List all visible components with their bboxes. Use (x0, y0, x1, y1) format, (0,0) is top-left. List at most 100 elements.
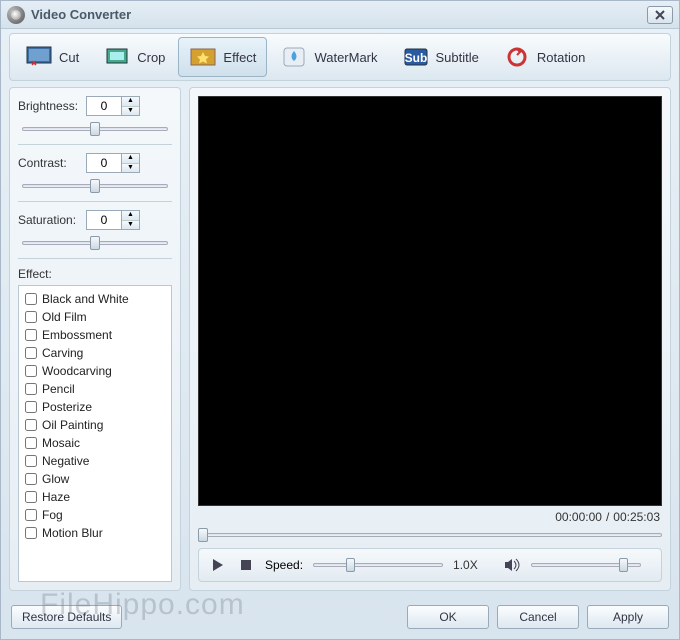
effect-checkbox[interactable] (25, 455, 37, 467)
effect-item[interactable]: Woodcarving (25, 362, 165, 380)
tab-label: Subtitle (436, 50, 479, 65)
contrast-input[interactable] (87, 154, 121, 172)
tab-rotation[interactable]: Rotation (492, 37, 596, 77)
effect-item-label: Negative (42, 454, 89, 468)
slider-thumb[interactable] (346, 558, 355, 572)
spin-up-icon[interactable]: ▲ (122, 97, 139, 107)
effect-checkbox[interactable] (25, 509, 37, 521)
effect-checkbox[interactable] (25, 329, 37, 341)
play-button[interactable] (209, 556, 227, 574)
cancel-button[interactable]: Cancel (497, 605, 579, 629)
contrast-group: Contrast: ▲▼ (18, 153, 172, 202)
effect-item[interactable]: Negative (25, 452, 165, 470)
tab-cut[interactable]: Cut (14, 37, 90, 77)
ok-button[interactable]: OK (407, 605, 489, 629)
effect-item[interactable]: Embossment (25, 326, 165, 344)
effect-checkbox[interactable] (25, 491, 37, 503)
spin-up-icon[interactable]: ▲ (122, 211, 139, 221)
speed-value: 1.0X (453, 558, 493, 572)
effect-item[interactable]: Haze (25, 488, 165, 506)
brightness-spinbox[interactable]: ▲▼ (86, 96, 140, 116)
apply-button[interactable]: Apply (587, 605, 669, 629)
effect-checkbox[interactable] (25, 419, 37, 431)
effects-list[interactable]: Black and White Old Film Embossment Carving… (18, 285, 172, 582)
seek-slider[interactable] (198, 528, 662, 542)
effect-item[interactable]: Posterize (25, 398, 165, 416)
effect-item-label: Old Film (42, 310, 87, 324)
effect-item[interactable]: Fog (25, 506, 165, 524)
effect-checkbox[interactable] (25, 311, 37, 323)
effect-item-label: Pencil (42, 382, 75, 396)
effect-checkbox[interactable] (25, 347, 37, 359)
effect-item[interactable]: Black and White (25, 290, 165, 308)
effect-checkbox[interactable] (25, 437, 37, 449)
tab-label: Rotation (537, 50, 585, 65)
speed-slider[interactable] (313, 558, 443, 572)
window-title: Video Converter (31, 7, 647, 22)
titlebar: Video Converter (1, 1, 679, 29)
slider-thumb[interactable] (90, 179, 100, 193)
speed-label: Speed: (265, 558, 303, 572)
effect-checkbox[interactable] (25, 473, 37, 485)
close-button[interactable] (647, 6, 673, 24)
spin-down-icon[interactable]: ▼ (122, 107, 139, 116)
stop-button[interactable] (237, 556, 255, 574)
effect-item-label: Glow (42, 472, 69, 486)
saturation-input[interactable] (87, 211, 121, 229)
slider-thumb[interactable] (619, 558, 628, 572)
film-scissors-icon (25, 45, 53, 69)
toolbar: Cut Crop Effect WaterMark Sub Subtitle R… (9, 33, 671, 81)
saturation-spinbox[interactable]: ▲▼ (86, 210, 140, 230)
effect-item[interactable]: Oil Painting (25, 416, 165, 434)
brightness-label: Brightness: (18, 99, 80, 113)
tab-label: Effect (223, 50, 256, 65)
tab-label: Crop (137, 50, 165, 65)
volume-slider[interactable] (531, 558, 641, 572)
tab-crop[interactable]: Crop (92, 37, 176, 77)
brightness-group: Brightness: ▲▼ (18, 96, 172, 145)
effect-item[interactable]: Motion Blur (25, 524, 165, 542)
app-icon (7, 6, 25, 24)
saturation-slider[interactable] (18, 236, 172, 250)
tab-watermark[interactable]: WaterMark (269, 37, 388, 77)
tab-label: Cut (59, 50, 79, 65)
effect-item-label: Black and White (42, 292, 129, 306)
effect-item[interactable]: Pencil (25, 380, 165, 398)
slider-thumb[interactable] (90, 236, 100, 250)
rotation-icon (503, 45, 531, 69)
tab-subtitle[interactable]: Sub Subtitle (391, 37, 490, 77)
effect-checkbox[interactable] (25, 527, 37, 539)
effect-checkbox[interactable] (25, 293, 37, 305)
slider-thumb[interactable] (198, 528, 208, 542)
contrast-slider[interactable] (18, 179, 172, 193)
effect-checkbox[interactable] (25, 383, 37, 395)
effect-item-label: Carving (42, 346, 83, 360)
effect-checkbox[interactable] (25, 365, 37, 377)
slider-thumb[interactable] (90, 122, 100, 136)
effect-item[interactable]: Glow (25, 470, 165, 488)
tab-effect[interactable]: Effect (178, 37, 267, 77)
effect-item-label: Woodcarving (42, 364, 112, 378)
effect-item-label: Motion Blur (42, 526, 103, 540)
tab-label: WaterMark (314, 50, 377, 65)
effect-item[interactable]: Carving (25, 344, 165, 362)
contrast-spinbox[interactable]: ▲▼ (86, 153, 140, 173)
video-preview (198, 96, 662, 506)
restore-defaults-button[interactable]: Restore Defaults (11, 605, 122, 629)
brightness-slider[interactable] (18, 122, 172, 136)
effect-item-label: Oil Painting (42, 418, 103, 432)
volume-button[interactable] (503, 556, 521, 574)
left-panel: Brightness: ▲▼ Contrast: ▲▼ (9, 87, 181, 591)
waterdrop-icon (280, 45, 308, 69)
spin-down-icon[interactable]: ▼ (122, 164, 139, 173)
speaker-icon (504, 558, 520, 572)
spin-down-icon[interactable]: ▼ (122, 221, 139, 230)
brightness-input[interactable] (87, 97, 121, 115)
effect-item[interactable]: Mosaic (25, 434, 165, 452)
spin-up-icon[interactable]: ▲ (122, 154, 139, 164)
saturation-group: Saturation: ▲▼ (18, 210, 172, 259)
subtitle-icon: Sub (402, 45, 430, 69)
effect-checkbox[interactable] (25, 401, 37, 413)
effect-item-label: Mosaic (42, 436, 80, 450)
effect-item[interactable]: Old Film (25, 308, 165, 326)
